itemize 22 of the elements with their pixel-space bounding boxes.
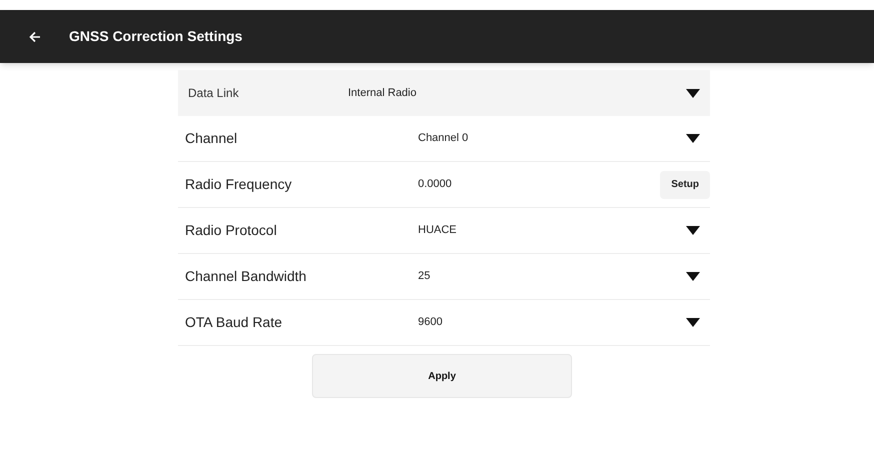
screen-title: GNSS Correction Settings <box>69 27 242 46</box>
dropdown-arrow-icon[interactable] <box>686 226 700 235</box>
setting-value: Channel 0 <box>418 131 470 146</box>
dropdown-arrow-icon[interactable] <box>686 134 700 143</box>
setting-value: 9600 <box>418 315 444 330</box>
data-link-label: Data Link <box>188 85 240 102</box>
back-arrow-icon[interactable] <box>29 30 41 42</box>
dropdown-arrow-icon[interactable] <box>686 318 700 327</box>
setting-value: 0.0000 <box>418 177 453 192</box>
dropdown-arrow-icon[interactable] <box>686 272 700 281</box>
apply-button[interactable]: Apply <box>312 354 572 398</box>
setup-button[interactable]: Setup <box>660 170 710 198</box>
setting-value: HUACE <box>418 223 458 238</box>
setting-value: 25 <box>418 269 432 284</box>
setting-label: Channel <box>185 129 238 148</box>
setting-label: Radio Protocol <box>185 221 278 240</box>
setting-label: Channel Bandwidth <box>185 267 308 286</box>
setting-label: OTA Baud Rate <box>185 313 284 332</box>
dropdown-arrow-icon[interactable] <box>686 88 700 98</box>
data-link-value: Internal Radio <box>348 86 418 101</box>
data-link-row[interactable]: Data Link Internal Radio <box>178 70 710 116</box>
setting-label: Radio Frequency <box>185 175 293 194</box>
